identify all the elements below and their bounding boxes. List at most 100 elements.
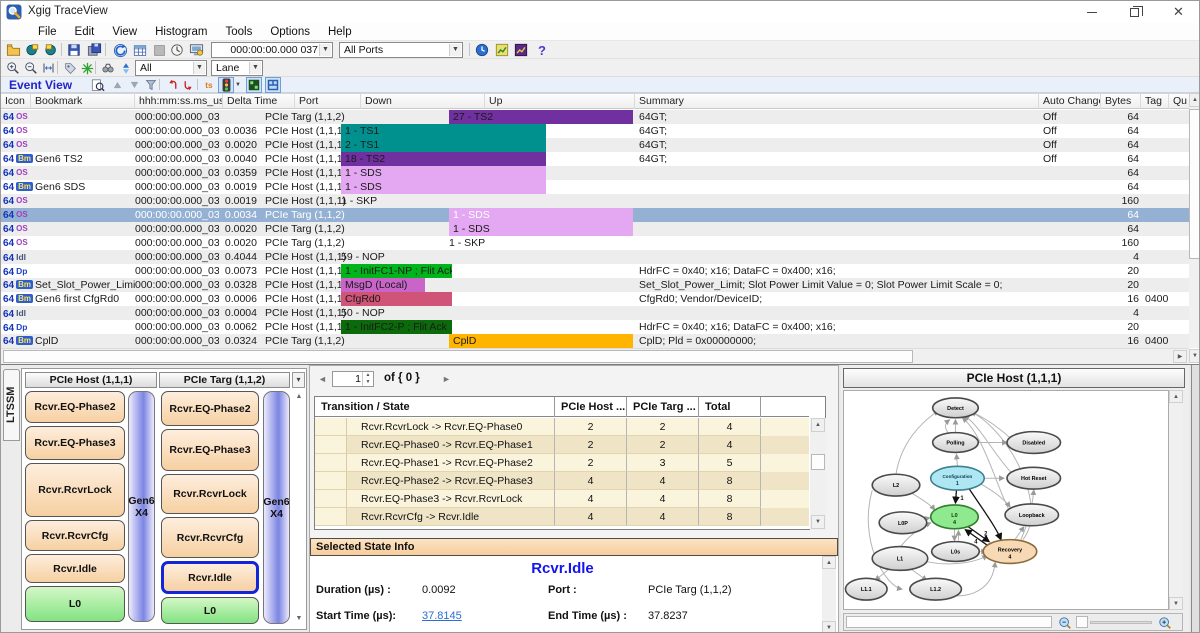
scroll-down-arrow[interactable]: ▼: [811, 515, 825, 529]
zoom-in-icon[interactable]: [1156, 615, 1174, 631]
help-icon[interactable]: ?: [533, 42, 551, 58]
clock-icon[interactable]: [168, 42, 186, 58]
table-row[interactable]: 64OS 000:00:00.000_037 0.0020 PCIe Targ …: [1, 236, 1189, 250]
col-pcie-targ[interactable]: PCIe Targ ...: [627, 397, 699, 417]
table-row[interactable]: 64Idl 000:00:00.000_038 0.4044 PCIe Host…: [1, 250, 1189, 264]
scroll-up-arrow[interactable]: ▲: [822, 556, 836, 569]
save-icon[interactable]: [65, 42, 83, 58]
snowflake-icon[interactable]: [78, 60, 96, 76]
col-port[interactable]: Port: [295, 94, 361, 109]
col-auto-change[interactable]: Auto Change: [1039, 94, 1101, 109]
event-table-vscrollbar[interactable]: ▲: [1189, 93, 1200, 348]
scroll-down-arrow[interactable]: ▼: [1169, 597, 1183, 610]
table-row[interactable]: 64OS 000:00:00.000_037 0.0359 PCIe Host …: [1, 166, 1189, 180]
state-node-l0s[interactable]: L0s: [932, 542, 980, 562]
zoom-out-icon[interactable]: [22, 60, 40, 76]
refresh-icon[interactable]: [111, 42, 129, 58]
scroll-up-arrow[interactable]: ▲: [1169, 390, 1183, 403]
chevron-down-icon[interactable]: ▾: [292, 372, 305, 388]
timestamp-combo[interactable]: 000:00:00.000 037▼: [211, 42, 333, 58]
state-node-configuration[interactable]: Configuration1: [931, 466, 985, 490]
vscroll-thumb[interactable]: [1189, 109, 1200, 259]
state-node-l1[interactable]: L1: [872, 547, 927, 571]
table-row[interactable]: 64Bm Set_Slot_Power_Limit 000:00:00.000_…: [1, 278, 1189, 292]
timer-info-icon[interactable]: [473, 42, 491, 58]
ltssm-state-host[interactable]: Rcvr.RcvrCfg: [25, 520, 125, 551]
hscroll-thumb[interactable]: [3, 350, 913, 363]
binoculars-icon[interactable]: [99, 60, 117, 76]
table-row[interactable]: 64Bm Gen6 SDS 000:00:00.000_037 0.0019 P…: [1, 180, 1189, 194]
state-node-l1-1[interactable]: L1.1: [845, 578, 887, 600]
col-bookmark[interactable]: Bookmark: [31, 94, 135, 109]
restore-button[interactable]: [1112, 1, 1157, 23]
col-summary[interactable]: Summary: [635, 94, 1039, 109]
state-info-scrollbar[interactable]: ▲ ▼: [822, 556, 836, 633]
table-row[interactable]: 64OS 000:00:00.000_037 0.0019 PCIe Host …: [1, 194, 1189, 208]
state-node-hot-reset[interactable]: Hot Reset: [1007, 467, 1061, 489]
statistics-yellow-icon[interactable]: [493, 42, 511, 58]
ltssm-state-host[interactable]: Rcvr.Idle: [25, 554, 125, 583]
traffic-light-icon[interactable]: [218, 77, 234, 93]
diagram-hscroll-thumb[interactable]: [846, 616, 1052, 628]
ltssm-tab[interactable]: LTSSM: [3, 369, 20, 441]
ports-combo[interactable]: All Ports▼: [339, 42, 463, 58]
state-node-l0p[interactable]: L0P: [879, 512, 927, 534]
col-delta[interactable]: Delta Time: [223, 94, 295, 109]
state-node-recovery[interactable]: Recovery4: [983, 540, 1037, 564]
scroll-down-arrow[interactable]: ▼: [822, 621, 836, 633]
transition-row[interactable]: Rcvr.RcvrLock -> Rcvr.EQ-Phase0 2 2 4: [315, 418, 809, 436]
col-tag[interactable]: Tag: [1141, 94, 1169, 109]
menu-item[interactable]: Histogram: [146, 23, 216, 41]
import-trace-icon[interactable]: [42, 42, 60, 58]
col-pcie-host[interactable]: PCIe Host ...: [555, 397, 627, 417]
table-row[interactable]: 64OS 000:00:00.000_037 0.0020 PCIe Host …: [1, 138, 1189, 152]
table-row[interactable]: 64Bm CplD 000:00:00.000_038 0.0324 PCIe …: [1, 334, 1189, 348]
start-time-link[interactable]: 37.8145: [422, 610, 462, 622]
ltssm-state-targ[interactable]: Rcvr.RcvrLock: [161, 474, 259, 514]
export-trace-icon[interactable]: [23, 42, 41, 58]
ltssm-state-targ-l0[interactable]: L0: [161, 597, 259, 624]
scroll-down-arrow[interactable]: ▼: [1189, 349, 1200, 363]
ltssm-state-targ[interactable]: Rcvr.EQ-Phase2: [161, 391, 259, 426]
col-up[interactable]: Up: [485, 94, 635, 109]
menu-item[interactable]: Help: [319, 23, 361, 41]
transition-row[interactable]: Rcvr.EQ-Phase0 -> Rcvr.EQ-Phase1 2 2 4: [315, 436, 809, 454]
time-stamp-icon[interactable]: ts: [201, 77, 219, 93]
diagram-header[interactable]: PCIe Host (1,1,1): [843, 368, 1185, 388]
state-node-l1-2[interactable]: L1.2: [910, 578, 962, 600]
state-node-polling[interactable]: Polling: [933, 433, 979, 453]
page-spinner[interactable]: 1 ▲▼: [332, 371, 374, 387]
state-node-disabled[interactable]: Disabled: [1007, 432, 1061, 454]
jump-previous-icon[interactable]: [163, 77, 181, 93]
col-down[interactable]: Down: [361, 94, 485, 109]
ltssm-host-header[interactable]: PCIe Host (1,1,1): [25, 372, 157, 388]
state-node-l0[interactable]: L04: [931, 505, 979, 529]
scroll-right-arrow[interactable]: ▶: [1173, 350, 1187, 363]
page-next-arrow[interactable]: ►: [442, 374, 451, 384]
ltssm-state-targ[interactable]: Rcvr.RcvrCfg: [161, 517, 259, 558]
scroll-down-icon[interactable]: [125, 77, 143, 93]
table-row[interactable]: 64Bm Gen6 first CfgRd0 000:00:00.000_038…: [1, 292, 1189, 306]
ltssm-state-host[interactable]: Rcvr.EQ-Phase2: [25, 391, 125, 423]
col-icon[interactable]: Icon: [1, 94, 31, 109]
table-row[interactable]: 64Dp 000:00:00.000_038 0.0062 PCIe Host …: [1, 320, 1189, 334]
ltssm-scroll-down[interactable]: ▼: [293, 613, 305, 625]
stop-icon[interactable]: [150, 42, 168, 58]
filter-icon[interactable]: [142, 77, 160, 93]
ltssm-state-host-l0[interactable]: L0: [25, 586, 125, 622]
ltssm-targ-header[interactable]: PCIe Targ (1,1,2): [159, 372, 290, 388]
page-prev-arrow[interactable]: ◄: [318, 374, 327, 384]
table-view-icon[interactable]: [131, 42, 149, 58]
save-all-icon[interactable]: [85, 42, 103, 58]
menu-item[interactable]: Options: [261, 23, 319, 41]
transition-table-scrollbar[interactable]: ▲ ▼: [810, 418, 826, 530]
ltssm-state-host[interactable]: Rcvr.RcvrLock: [25, 463, 125, 517]
zoom-slider-thumb[interactable]: [1076, 616, 1088, 628]
scroll-up-icon[interactable]: [108, 77, 126, 93]
decode-blue-icon[interactable]: [265, 77, 281, 93]
jump-next-icon[interactable]: [180, 77, 198, 93]
state-node-l2[interactable]: L2: [872, 474, 920, 496]
open-trace-icon[interactable]: [4, 42, 22, 58]
spinner-arrows[interactable]: ▲▼: [362, 372, 373, 386]
event-table-hscrollbar[interactable]: ▶: [1, 348, 1189, 364]
